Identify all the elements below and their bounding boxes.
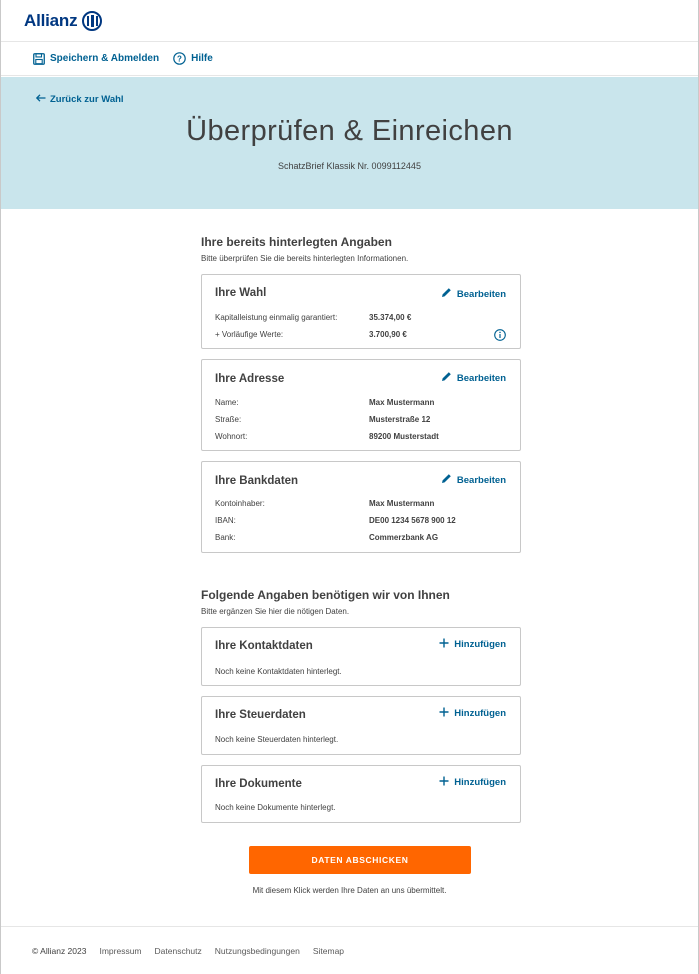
info-icon[interactable] — [494, 328, 506, 346]
detail-label: Name: — [215, 398, 239, 407]
edit-label: Bearbeiten — [456, 372, 506, 384]
card-contact-details: Ihre Kontaktdaten Hinzufügen Noch keine … — [201, 627, 521, 686]
detail-value: 89200 Musterstadt — [369, 432, 439, 441]
edit-bank-details-button[interactable]: Bearbeiten — [441, 473, 506, 487]
detail-value: Commerzbank AG — [369, 533, 439, 542]
contract-number: SchatzBrief Klassik Nr. 0099112445 — [278, 161, 421, 171]
existing-data-subheading: Bitte überprüfen Sie die bereits hinterl… — [201, 254, 409, 263]
card-title: Ihre Bankdaten — [215, 475, 299, 487]
card-selection: Ihre Wahl Bearbeiten Kapitalleistung ein… — [201, 274, 521, 349]
detail-label: IBAN: — [215, 516, 236, 525]
footer: © Allianz 2023 Impressum Datenschutz Nut… — [1, 926, 698, 974]
plus-icon — [439, 776, 449, 789]
add-tax-details-button[interactable]: Hinzufügen — [439, 707, 506, 720]
detail-label: Kapitalleistung einmalig garantiert: — [215, 313, 338, 322]
hero-banner: Zurück zur Wahl Überprüfen & Einreichen … — [1, 77, 698, 209]
edit-address-button[interactable]: Bearbeiten — [441, 371, 506, 385]
add-documents-button[interactable]: Hinzufügen — [439, 776, 506, 789]
plus-icon — [439, 707, 449, 720]
detail-label: Bank: — [215, 533, 236, 542]
footer-link-impressum[interactable]: Impressum — [99, 946, 141, 956]
add-label: Hinzufügen — [454, 777, 506, 788]
empty-state-text: Noch keine Kontaktdaten hinterlegt. — [215, 667, 342, 676]
card-title: Ihre Wahl — [215, 287, 267, 299]
required-data-heading: Folgende Angaben benötigen wir von Ihnen — [201, 588, 450, 602]
plus-icon — [439, 638, 449, 651]
footer-link-sitemap[interactable]: Sitemap — [313, 946, 344, 956]
arrow-left-icon — [35, 94, 46, 105]
existing-data-heading: Ihre bereits hinterlegten Angaben — [201, 235, 392, 249]
empty-state-text: Noch keine Steuerdaten hinterlegt. — [215, 735, 339, 744]
edit-selection-button[interactable]: Bearbeiten — [441, 287, 506, 301]
detail-label: Straße: — [215, 415, 242, 424]
detail-value: DE00 1234 5678 900 12 — [369, 516, 456, 525]
edit-label: Bearbeiten — [456, 288, 506, 300]
pencil-icon — [441, 371, 452, 385]
submit-data-button[interactable]: DATEN ABSCHICKEN — [249, 846, 471, 874]
submit-note: Mit diesem Klick werden Ihre Daten an un… — [252, 886, 447, 895]
detail-value: 3.700,90 € — [369, 330, 407, 339]
card-address: Ihre Adresse Bearbeiten Name: Max Muster… — [201, 359, 521, 451]
footer-link-terms[interactable]: Nutzungsbedingungen — [215, 946, 300, 956]
detail-label: Wohnort: — [215, 432, 248, 441]
required-data-subheading: Bitte ergänzen Sie hier die nötigen Date… — [201, 607, 350, 616]
edit-label: Bearbeiten — [456, 474, 506, 486]
detail-value: 35.374,00 € — [369, 313, 412, 322]
detail-value: Max Mustermann — [369, 398, 435, 407]
add-label: Hinzufügen — [454, 708, 506, 719]
pencil-icon — [441, 473, 452, 487]
card-documents: Ihre Dokumente Hinzufügen Noch keine Dok… — [201, 765, 521, 823]
detail-value: Max Mustermann — [369, 499, 435, 508]
back-to-selection-link[interactable]: Zurück zur Wahl — [35, 94, 124, 105]
card-title: Ihre Steuerdaten — [215, 709, 306, 721]
card-bank-details: Ihre Bankdaten Bearbeiten Kontoinhaber: … — [201, 461, 521, 553]
card-title: Ihre Adresse — [215, 373, 285, 385]
detail-label: + Vorläufige Werte: — [215, 330, 284, 339]
card-title: Ihre Dokumente — [215, 778, 302, 790]
add-contact-details-button[interactable]: Hinzufügen — [439, 638, 506, 651]
empty-state-text: Noch keine Dokumente hinterlegt. — [215, 803, 336, 812]
detail-label: Kontoinhaber: — [215, 499, 265, 508]
back-label: Zurück zur Wahl — [50, 94, 124, 105]
card-tax-details: Ihre Steuerdaten Hinzufügen Noch keine S… — [201, 696, 521, 755]
detail-value: Musterstraße 12 — [369, 415, 431, 424]
footer-link-privacy[interactable]: Datenschutz — [155, 946, 202, 956]
footer-copyright: © Allianz 2023 — [32, 945, 87, 956]
pencil-icon — [441, 287, 452, 301]
add-label: Hinzufügen — [454, 639, 506, 650]
page-title: Überprüfen & Einreichen — [186, 115, 513, 147]
card-title: Ihre Kontaktdaten — [215, 640, 313, 652]
